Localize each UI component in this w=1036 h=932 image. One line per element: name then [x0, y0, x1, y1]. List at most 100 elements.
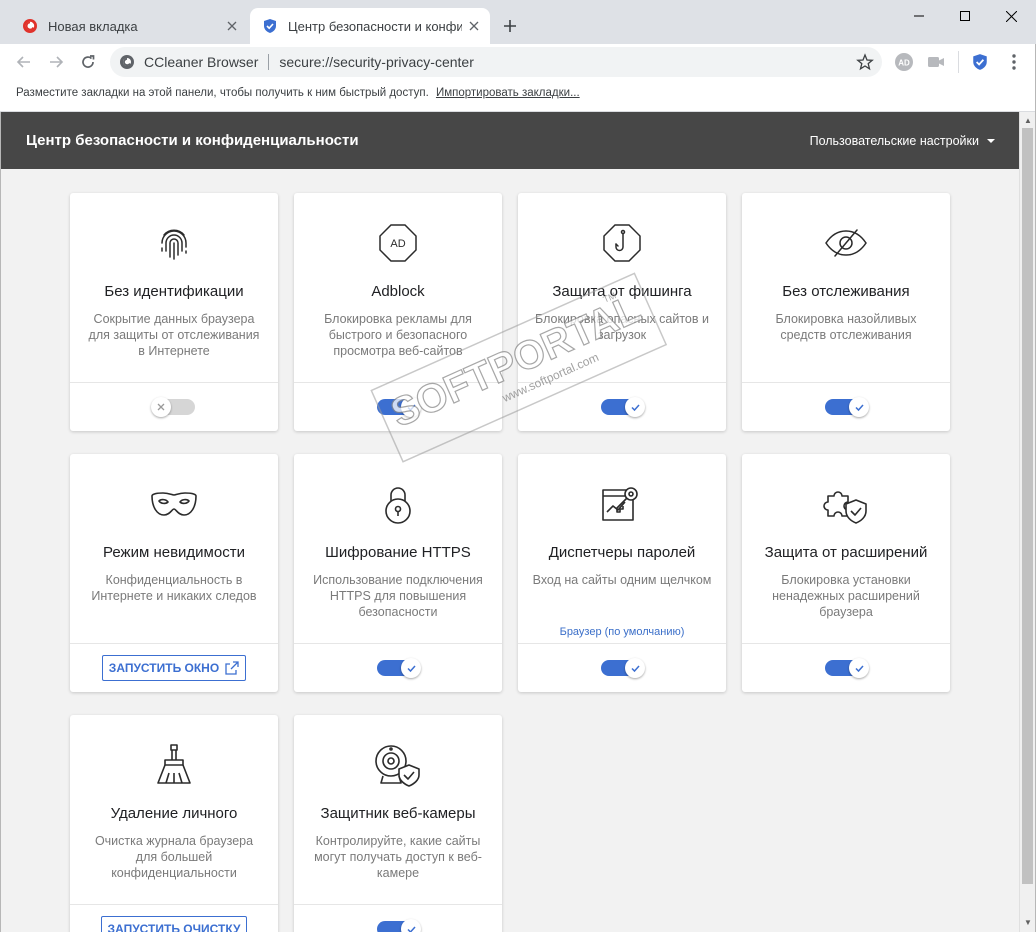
card-anti-fingerprinting: Без идентификации Сокрытие данных браузе… — [70, 193, 278, 431]
card-description: Вход на сайты одним щелчком — [532, 573, 712, 587]
card-description: Контролируйте, какие сайты могут получат… — [314, 834, 482, 880]
card-title: Защита от фишинга — [552, 283, 692, 300]
svg-text:AD: AD — [898, 59, 910, 68]
card-title: Режим невидимости — [103, 544, 245, 561]
custom-settings-dropdown[interactable]: Пользовательские настройки — [810, 134, 995, 148]
minimize-icon[interactable] — [896, 0, 942, 32]
card-title: Шифрование HTTPS — [325, 544, 471, 561]
card-description: Блокировка назойливых средств отслеживан… — [775, 312, 917, 342]
checkmark-icon — [401, 658, 421, 678]
tab-close-icon[interactable] — [220, 14, 244, 38]
card-title: Adblock — [371, 283, 425, 300]
anti-fingerprinting-toggle[interactable] — [151, 397, 195, 417]
card-adblock: AD Adblock Блокировка рекламы для быстро… — [294, 193, 502, 431]
caret-down-icon — [987, 138, 995, 143]
card-privacy-cleaner: Удаление личного Очистка журнала браузер… — [70, 715, 278, 932]
card-anti-phishing: Защита от фишинга Блокировка опасных сай… — [518, 193, 726, 431]
card-title: Защита от расширений — [764, 544, 928, 561]
page-header: Центр безопасности и конфиденциальности … — [1, 112, 1019, 169]
toggle-off-x-icon — [151, 397, 171, 417]
phishing-hook-icon — [518, 221, 726, 265]
forward-arrow-icon[interactable] — [42, 48, 70, 76]
new-tab-plus-icon[interactable] — [498, 14, 522, 38]
extension-guard-toggle[interactable] — [825, 658, 869, 678]
tab-title: Центр безопасности и конфиде — [288, 18, 462, 34]
address-bar[interactable]: CCleaner Browser secure://security-priva… — [110, 47, 882, 77]
webcam-extension-icon[interactable] — [926, 52, 946, 72]
checkmark-icon — [401, 919, 421, 932]
mask-icon — [70, 482, 278, 526]
card-title: Диспетчеры паролей — [548, 544, 696, 561]
card-title: Защитник веб-камеры — [320, 805, 476, 822]
anti-phishing-toggle[interactable] — [601, 397, 645, 417]
launch-window-button[interactable]: ЗАПУСТИТЬ ОКНО — [101, 655, 247, 681]
tab-new-tab[interactable]: Новая вкладка — [10, 8, 248, 44]
card-webcam-guard: Защитник веб-камеры Контролируйте, какие… — [294, 715, 502, 932]
button-label: ЗАПУСТИТЬ ОЧИСТКУ — [107, 922, 241, 932]
page-title: Центр безопасности и конфиденциальности — [26, 132, 359, 149]
webcam-guard-toggle[interactable] — [377, 919, 421, 932]
page-scrollbar[interactable]: ▲ ▼ — [1019, 112, 1035, 932]
checkmark-icon — [625, 658, 645, 678]
maximize-icon[interactable] — [942, 0, 988, 32]
eye-off-icon — [742, 221, 950, 265]
window-close-icon[interactable] — [988, 0, 1034, 32]
default-browser-link[interactable]: Браузер (по умолчанию) — [518, 626, 726, 638]
security-center-page: Центр безопасности и конфиденциальности … — [1, 112, 1019, 932]
webcam-shield-icon — [294, 743, 502, 787]
card-anti-tracking: Без отслеживания Блокировка назойливых с… — [742, 193, 950, 431]
card-title: Без отслеживания — [782, 283, 910, 300]
bookmarks-hint: Разместите закладки на этой панели, чтоб… — [16, 87, 429, 99]
title-bar: Новая вкладка Центр безопасности и конфи… — [0, 0, 1036, 44]
bookmarks-bar: Разместите закладки на этой панели, чтоб… — [0, 80, 1036, 112]
puzzle-shield-icon — [742, 482, 950, 526]
site-name: CCleaner Browser — [144, 54, 259, 70]
ccleaner-browser-icon — [118, 53, 136, 71]
tab-close-icon[interactable] — [462, 14, 486, 38]
card-password-manager: Диспетчеры паролей Вход на сайты одним щ… — [518, 454, 726, 692]
card-description: Блокировка рекламы для быстрого и безопа… — [324, 312, 472, 358]
adblock-toggle[interactable] — [377, 397, 421, 417]
padlock-icon — [294, 482, 502, 526]
settings-label: Пользовательские настройки — [809, 133, 979, 148]
card-description: Сокрытие данных браузера для защиты от о… — [88, 312, 260, 358]
scrollbar-thumb[interactable] — [1022, 128, 1033, 884]
back-arrow-icon[interactable] — [10, 48, 38, 76]
card-description: Блокировка установки ненадежных расширен… — [772, 573, 920, 619]
card-description: Конфиденциальность в Интернете и никаких… — [91, 573, 257, 603]
card-title: Удаление личного — [110, 805, 238, 822]
url-text[interactable]: secure://security-privacy-center — [279, 54, 474, 70]
toolbar-separator — [958, 51, 959, 73]
checkmark-icon — [849, 397, 869, 417]
password-manager-toggle[interactable] — [601, 658, 645, 678]
shield-icon — [262, 18, 278, 34]
anti-tracking-toggle[interactable] — [825, 397, 869, 417]
ad-block-icon: AD — [294, 221, 502, 265]
button-label: ЗАПУСТИТЬ ОКНО — [108, 661, 220, 675]
fingerprint-icon — [70, 221, 278, 265]
security-shield-icon[interactable] — [970, 52, 990, 72]
adblock-extension-icon[interactable]: AD — [894, 52, 914, 72]
address-separator — [268, 54, 270, 70]
https-encryption-toggle[interactable] — [377, 658, 421, 678]
broom-icon — [70, 743, 278, 787]
card-description: Использование подключения HTTPS для повы… — [313, 573, 483, 619]
checkmark-icon — [401, 397, 421, 417]
import-bookmarks-link[interactable]: Импортировать закладки... — [436, 87, 580, 99]
menu-kebab-icon[interactable] — [1004, 52, 1024, 72]
card-https-encryption: Шифрование HTTPS Использование подключен… — [294, 454, 502, 692]
svg-text:AD: AD — [390, 238, 405, 250]
card-title: Без идентификации — [104, 283, 244, 300]
card-stealth-mode: Режим невидимости Конфиденциальность в И… — [70, 454, 278, 692]
scroll-down-arrow-icon[interactable]: ▼ — [1023, 918, 1033, 928]
checkmark-icon — [849, 658, 869, 678]
tab-security-center[interactable]: Центр безопасности и конфиде — [250, 8, 490, 44]
checkmark-icon — [625, 397, 645, 417]
card-description: Блокировка опасных сайтов и загрузок — [535, 312, 709, 342]
bookmark-star-icon[interactable] — [856, 53, 874, 71]
reload-icon[interactable] — [74, 48, 102, 76]
launch-cleanup-button[interactable]: ЗАПУСТИТЬ ОЧИСТКУ — [100, 916, 248, 932]
browser-toolbar: CCleaner Browser secure://security-priva… — [0, 44, 1036, 80]
scroll-up-arrow-icon[interactable]: ▲ — [1023, 116, 1033, 126]
password-key-icon — [518, 482, 726, 526]
